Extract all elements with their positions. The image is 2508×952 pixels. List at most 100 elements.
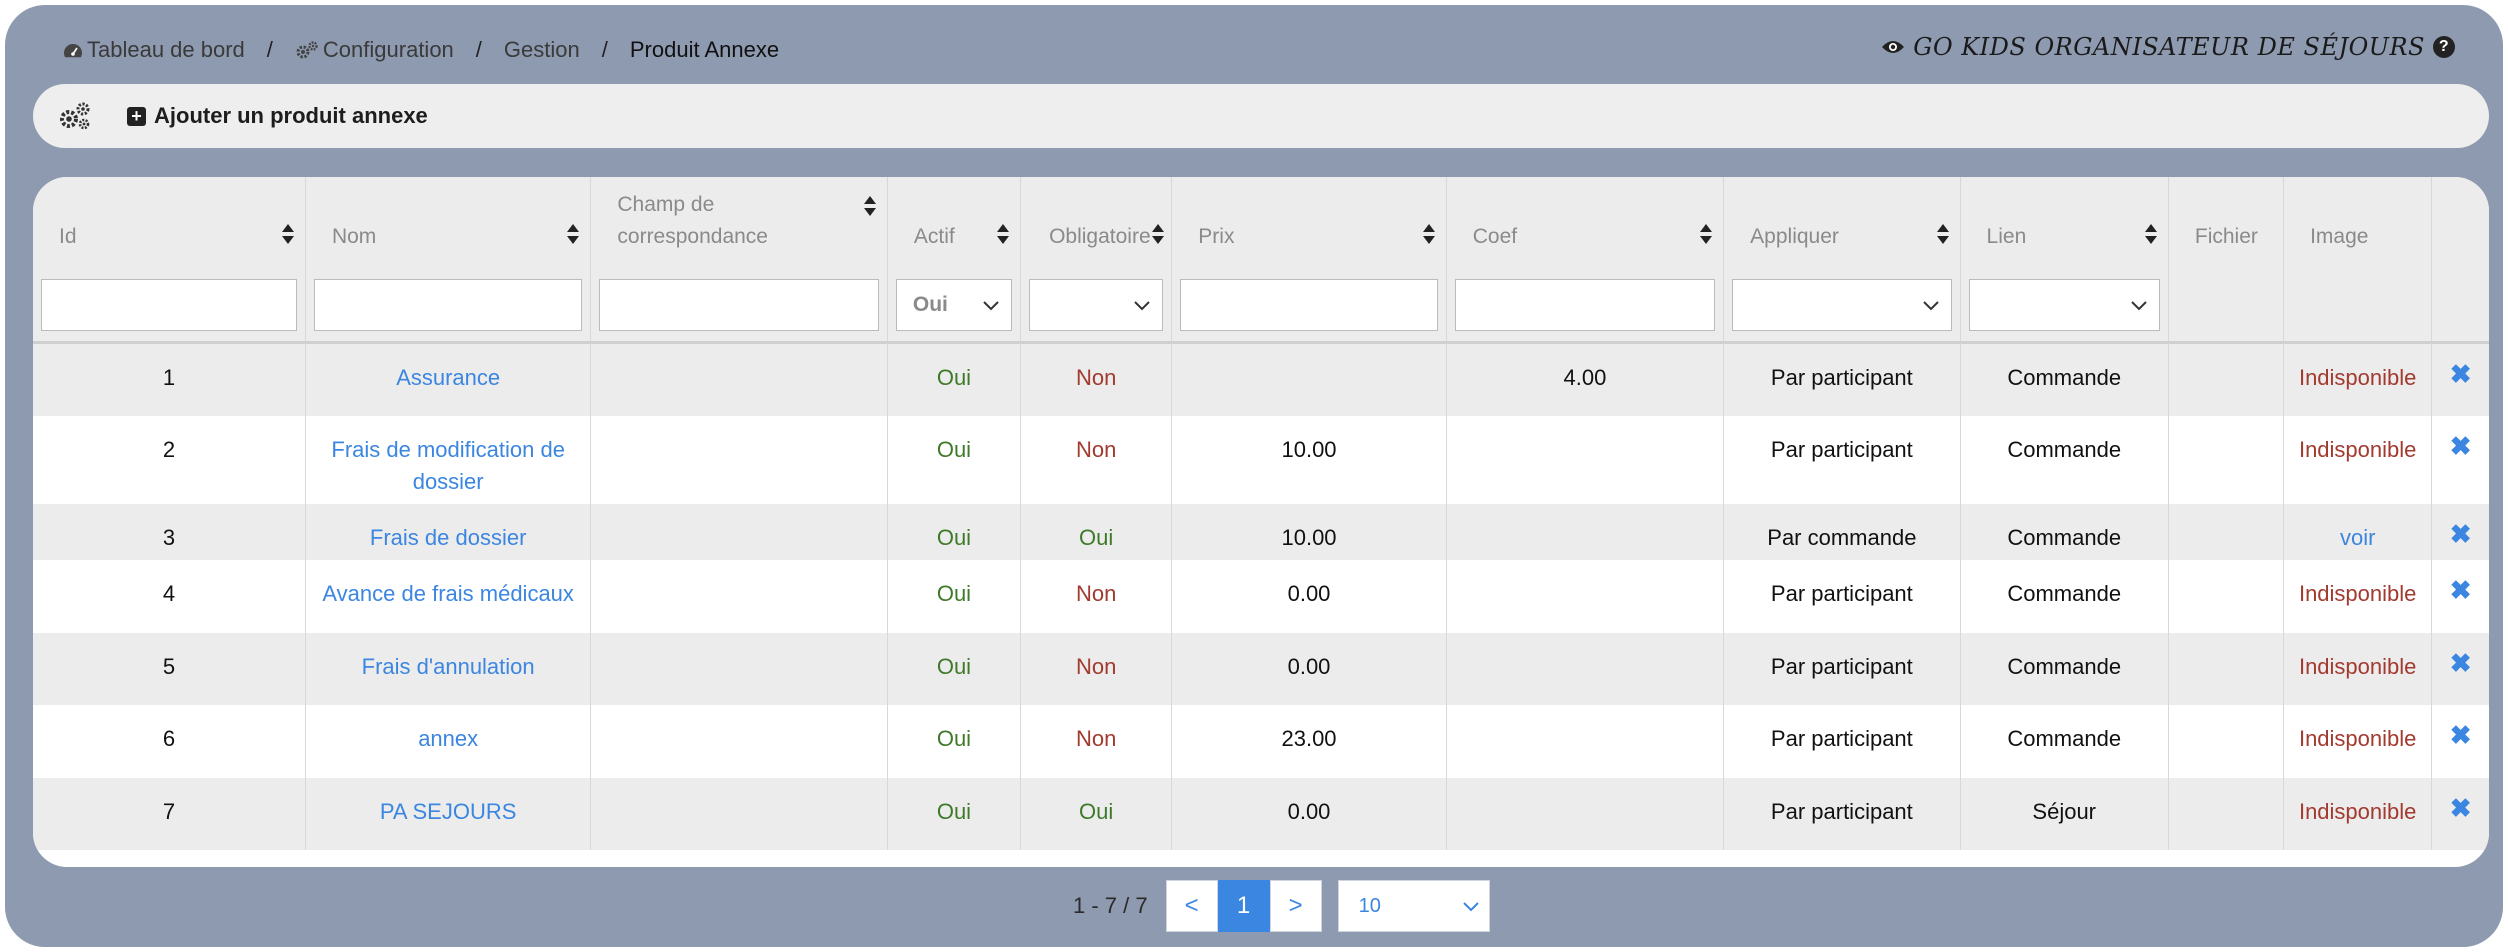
- appliquer-filter-select[interactable]: [1732, 279, 1952, 331]
- plus-square-icon: +: [127, 106, 146, 126]
- breadcrumb-separator: /: [475, 37, 482, 62]
- cell-actif: Oui: [887, 704, 1022, 778]
- cell-lien: Commande: [1960, 503, 2169, 560]
- cell-fichier: [2168, 632, 2285, 705]
- cell-appliquer: Par commande: [1723, 503, 1961, 560]
- coef-value: 4.00: [1563, 365, 1607, 390]
- sort-icon[interactable]: [996, 223, 1010, 251]
- cell-prix: 23.00: [1171, 704, 1447, 778]
- actif-filter-select[interactable]: Oui: [895, 279, 1013, 331]
- nom-value[interactable]: Frais de dossier: [306, 504, 590, 554]
- coef-filter-input[interactable]: [1454, 279, 1716, 331]
- previous-page-button[interactable]: <: [1165, 880, 1218, 932]
- page-size-select[interactable]: 10: [1337, 880, 1490, 932]
- nom-value[interactable]: Avance de frais médicaux: [306, 560, 590, 610]
- delete-icon[interactable]: ✖: [2432, 705, 2489, 751]
- cell-actions: ✖: [2431, 415, 2489, 504]
- nom-value[interactable]: Frais d'annulation: [306, 633, 590, 683]
- cell-champ: [590, 632, 888, 705]
- sort-icon[interactable]: [1936, 223, 1950, 251]
- column-header-obligatoire[interactable]: Obligatoire: [1020, 177, 1173, 269]
- cell-nom: Frais d'annulation: [305, 632, 592, 705]
- lien-filter-select[interactable]: [1968, 279, 2160, 331]
- column-header-appliquer[interactable]: Appliquer: [1723, 177, 1961, 269]
- sort-icon[interactable]: [2144, 223, 2158, 251]
- breadcrumb-item-dashboard[interactable]: Tableau de bord: [63, 37, 245, 63]
- cell-fichier: [2168, 503, 2285, 560]
- prix-filter-input[interactable]: [1180, 279, 1438, 331]
- gears-icon[interactable]: [57, 98, 93, 134]
- delete-icon[interactable]: ✖: [2432, 504, 2489, 550]
- nom-value[interactable]: annex: [306, 705, 590, 755]
- chevron-down-icon: [983, 293, 999, 317]
- eye-icon[interactable]: [1881, 33, 1905, 61]
- column-header-coef[interactable]: Coef: [1446, 177, 1725, 269]
- breadcrumb-item-configuration[interactable]: Configuration: [295, 37, 454, 63]
- cell-lien: Commande: [1960, 704, 2169, 778]
- nom-filter-input[interactable]: [313, 279, 583, 331]
- next-page-button[interactable]: >: [1269, 880, 1322, 932]
- help-icon[interactable]: ?: [2433, 36, 2455, 58]
- champ-filter-input[interactable]: [599, 279, 879, 331]
- cell-image: Indisponible: [2283, 777, 2433, 850]
- cell-image: Indisponible: [2283, 632, 2433, 705]
- table-row: 4 Avance de frais médicaux Oui Non 0.00 Par p…: [33, 559, 2489, 633]
- sort-icon[interactable]: [281, 223, 295, 251]
- lien-value: Commande: [2007, 580, 2122, 606]
- column-header-nom[interactable]: Nom: [305, 177, 592, 269]
- cell-coef: [1446, 503, 1725, 560]
- cell-id: 1: [33, 342, 306, 416]
- chevron-down-icon: [1922, 293, 1939, 317]
- obligatoire-value: Non: [1076, 580, 1117, 606]
- delete-icon[interactable]: ✖: [2432, 560, 2489, 606]
- obligatoire-filter-select[interactable]: [1029, 279, 1164, 331]
- delete-icon[interactable]: ✖: [2432, 633, 2489, 679]
- champ-value: [591, 778, 886, 796]
- delete-icon[interactable]: ✖: [2432, 344, 2489, 390]
- add-annex-product-label: Ajouter un produit annexe: [154, 103, 428, 128]
- column-header-lien[interactable]: Lien: [1960, 177, 2169, 269]
- nom-value[interactable]: Frais de modification de dossier: [306, 416, 590, 498]
- sort-icon[interactable]: [566, 223, 580, 251]
- column-header-actions: [2431, 177, 2489, 269]
- cell-lien: Commande: [1960, 342, 2169, 416]
- champ-value: [591, 504, 886, 522]
- image-value[interactable]: voir: [2284, 504, 2431, 554]
- champ-value: [591, 416, 886, 434]
- nom-value[interactable]: PA SEJOURS: [306, 778, 590, 828]
- cell-appliquer: Par participant: [1723, 559, 1961, 633]
- cell-actif: Oui: [887, 559, 1022, 633]
- column-label: Appliquer: [1750, 225, 1839, 248]
- image-value: Indisponible: [2298, 436, 2417, 462]
- breadcrumb-separator: /: [266, 37, 273, 62]
- coef-value: [1447, 633, 1723, 651]
- column-header-image: Image: [2283, 177, 2433, 269]
- sort-icon[interactable]: [1422, 223, 1436, 251]
- id-filter-input[interactable]: [41, 279, 297, 331]
- page-1-button[interactable]: 1: [1217, 880, 1270, 932]
- id-value: 2: [162, 436, 176, 462]
- nom-value[interactable]: Assurance: [306, 344, 590, 394]
- column-header-champ[interactable]: Champ de correspondance: [590, 177, 888, 269]
- cell-nom: Frais de dossier: [305, 503, 592, 560]
- cell-actif: Oui: [887, 342, 1022, 416]
- actif-filter-value: Oui: [912, 293, 948, 316]
- breadcrumb-item-gestion[interactable]: Gestion: [504, 37, 580, 63]
- coef-value: [1447, 416, 1723, 434]
- page-size-value: 10: [1358, 894, 1381, 917]
- column-header-prix[interactable]: Prix: [1171, 177, 1447, 269]
- sort-icon[interactable]: [1151, 223, 1165, 251]
- appliquer-value: Par participant: [1770, 653, 1913, 679]
- cell-image: Indisponible: [2283, 559, 2433, 633]
- column-header-actif[interactable]: Actif: [887, 177, 1022, 269]
- sort-icon[interactable]: [1699, 223, 1713, 251]
- cell-coef: [1446, 415, 1725, 504]
- dashboard-icon: [63, 42, 83, 58]
- cell-champ: [590, 342, 888, 416]
- add-annex-product-button[interactable]: + Ajouter un produit annexe: [127, 103, 428, 129]
- column-header-id[interactable]: Id: [33, 177, 306, 269]
- delete-icon[interactable]: ✖: [2432, 778, 2489, 824]
- delete-icon[interactable]: ✖: [2432, 416, 2489, 462]
- sort-icon[interactable]: [863, 195, 877, 223]
- actif-value: Oui: [936, 725, 972, 751]
